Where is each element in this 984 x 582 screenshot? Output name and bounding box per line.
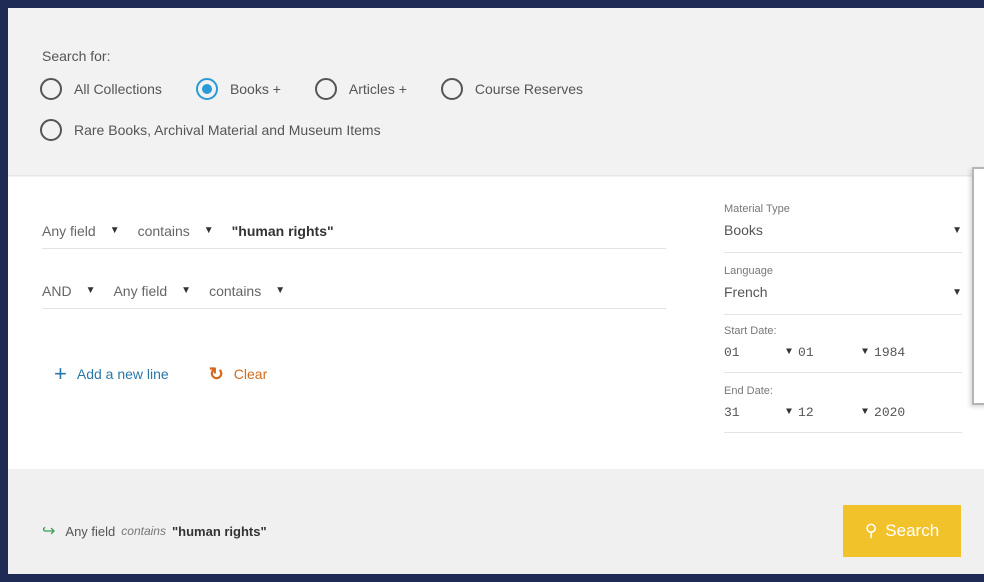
clear-label: Clear	[233, 366, 268, 382]
field-dropdown[interactable]: Any field ▼	[113, 283, 191, 299]
start-month-select[interactable]: ▼ 01	[786, 345, 862, 360]
start-day-select[interactable]: 01	[724, 345, 786, 360]
month-value: 01	[798, 344, 814, 360]
undo-icon: ↻	[208, 363, 224, 384]
operator-dropdown-value: contains	[209, 282, 262, 299]
facet-value: French	[724, 284, 768, 300]
add-line-button[interactable]: + Add a new line	[54, 363, 169, 385]
search-button[interactable]: ⚲ Search	[843, 505, 961, 557]
summary-field: Any field	[65, 523, 116, 539]
radio-rare-books[interactable]: Rare Books, Archival Material and Museum…	[40, 119, 381, 141]
month-value: 12	[798, 404, 814, 420]
field-dropdown-value: Any field	[42, 222, 96, 239]
day-value: 01	[724, 344, 740, 360]
scope-radio-row-2: Rare Books, Archival Material and Museum…	[40, 119, 415, 141]
end-month-select[interactable]: ▼ 12	[786, 405, 862, 420]
radio-label: Rare Books, Archival Material and Museum…	[74, 122, 381, 138]
caret-down-icon: ▼	[952, 224, 962, 236]
operator-dropdown[interactable]: contains ▼	[209, 283, 285, 299]
facet-label: End Date:	[724, 385, 773, 397]
caret-down-icon: ▼	[181, 285, 192, 296]
plus-icon: +	[54, 361, 67, 386]
radio-icon	[314, 78, 337, 100]
caret-down-icon: ▼	[786, 406, 793, 418]
radio-articles[interactable]: Articles +	[314, 78, 407, 100]
boolean-dropdown[interactable]: AND ▼	[42, 283, 95, 299]
field-dropdown[interactable]: Any field ▼	[42, 223, 120, 239]
radio-books[interactable]: Books +	[195, 78, 281, 100]
facet-label: Material Type	[724, 203, 790, 215]
caret-down-icon: ▼	[275, 285, 286, 296]
facet-label: Language	[724, 265, 773, 277]
boolean-dropdown-value: AND	[42, 282, 72, 299]
radio-selected-icon	[195, 78, 218, 100]
year-value: 2020	[874, 404, 906, 420]
material-type-select[interactable]: Material Type Books ▼	[724, 203, 962, 253]
advanced-search-panel: Search for: All Collections Books + Arti…	[8, 8, 984, 574]
query-builder: Any field ▼ contains ▼ "human rights" AN…	[8, 177, 984, 469]
facet-value: Books	[724, 222, 763, 238]
field-dropdown-value: Any field	[113, 282, 168, 299]
operator-dropdown[interactable]: contains ▼	[138, 223, 214, 239]
summary-operator: contains	[121, 524, 166, 538]
start-year-select[interactable]: ▼ 1984	[862, 345, 905, 360]
caret-down-icon: ▼	[786, 346, 793, 358]
side-panel-edge	[972, 167, 984, 405]
caret-down-icon: ▼	[862, 346, 869, 358]
end-date-field: End Date: 31 ▼ 12 ▼ 2020	[724, 385, 962, 433]
radio-label: Books +	[229, 81, 281, 97]
caret-down-icon: ▼	[862, 406, 869, 418]
start-date-field: Start Date: 01 ▼ 01 ▼ 1984	[724, 325, 962, 373]
search-scope-bar: Search for: All Collections Books + Arti…	[8, 8, 984, 176]
query-line-1: Any field ▼ contains ▼ "human rights"	[42, 213, 666, 249]
radio-label: Articles +	[348, 81, 407, 97]
add-line-label: Add a new line	[76, 366, 169, 382]
caret-down-icon: ▼	[85, 285, 96, 296]
search-for-label: Search for:	[42, 48, 111, 64]
facet-label: Start Date:	[724, 325, 777, 337]
summary-value: "human rights"	[171, 523, 267, 539]
caret-down-icon: ▼	[109, 225, 120, 236]
arrow-right-icon: ↪	[42, 523, 56, 540]
query-input[interactable]	[303, 281, 666, 301]
day-value: 31	[724, 404, 740, 420]
caret-down-icon: ▼	[203, 225, 214, 236]
magnifier-icon: ⚲	[864, 521, 878, 540]
scope-radio-row: All Collections Books + Articles + Cours…	[40, 78, 617, 100]
radio-all-collections[interactable]: All Collections	[40, 78, 162, 100]
radio-icon	[40, 78, 62, 100]
query-summary: ↪ Any field contains "human rights"	[42, 521, 267, 541]
search-button-label: Search	[885, 521, 940, 540]
caret-down-icon: ▼	[952, 286, 962, 298]
radio-course-reserves[interactable]: Course Reserves	[440, 78, 584, 100]
end-day-select[interactable]: 31	[724, 405, 786, 420]
language-select[interactable]: Language French ▼	[724, 265, 962, 315]
operator-dropdown-value: contains	[137, 222, 190, 239]
query-line-2: AND ▼ Any field ▼ contains ▼	[42, 273, 666, 309]
query-actions: + Add a new line ↻ Clear	[54, 363, 307, 385]
clear-button[interactable]: ↻ Clear	[209, 364, 268, 385]
radio-icon	[440, 78, 463, 100]
search-footer: ↪ Any field contains "human rights" ⚲ Se…	[8, 469, 984, 574]
radio-label: All Collections	[74, 81, 162, 97]
radio-icon	[40, 119, 62, 141]
end-year-select[interactable]: ▼ 2020	[862, 405, 905, 420]
radio-label: Course Reserves	[474, 81, 584, 97]
year-value: 1984	[874, 344, 906, 360]
query-input[interactable]: "human rights"	[232, 223, 334, 239]
